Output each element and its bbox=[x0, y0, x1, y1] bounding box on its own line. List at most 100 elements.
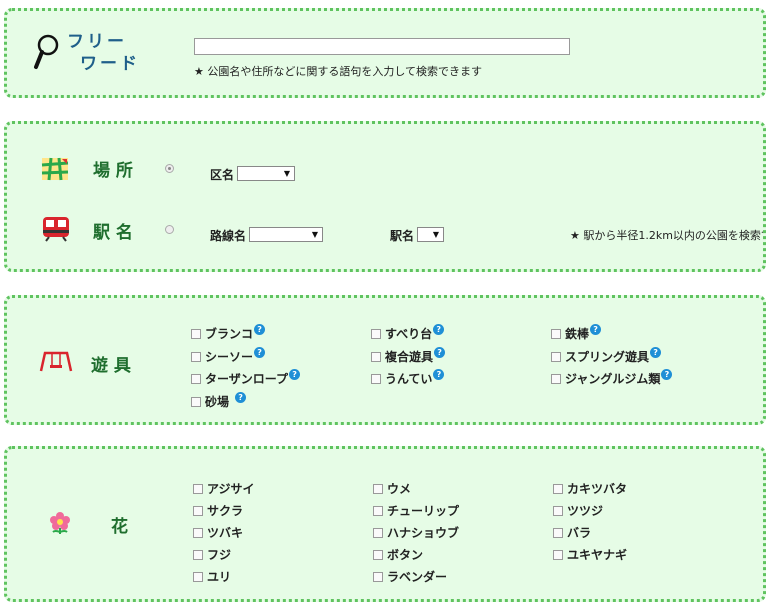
flower-item[interactable]: フジ bbox=[193, 546, 231, 563]
chevron-down-icon: ▼ bbox=[283, 169, 290, 178]
equipment-item[interactable]: ターザンロープ? bbox=[191, 369, 301, 387]
equipment-item-label: ブランコ bbox=[205, 327, 254, 341]
help-icon[interactable]: ? bbox=[650, 347, 662, 358]
flower-item[interactable]: ユキヤナギ bbox=[553, 546, 627, 563]
checkbox[interactable] bbox=[191, 396, 201, 407]
help-icon[interactable]: ? bbox=[254, 347, 266, 358]
flower-item[interactable]: ハナショウブ bbox=[373, 524, 459, 541]
checkbox[interactable] bbox=[373, 483, 383, 494]
flower-item[interactable]: ユリ bbox=[193, 568, 231, 585]
station-radio[interactable] bbox=[165, 225, 174, 234]
station-select[interactable]: ▼ bbox=[417, 227, 444, 242]
flower-item[interactable]: サクラ bbox=[193, 502, 243, 519]
flower-item[interactable]: ウメ bbox=[373, 480, 411, 497]
equipment-item[interactable]: 複合遊具? bbox=[371, 347, 446, 365]
flowers-panel: 花 アジサイ サクラ ツバキ フジ ユリ ウメ チューリップ ハナショウブ ボタ… bbox=[4, 446, 766, 602]
flower-item-label: カキツバタ bbox=[567, 482, 628, 496]
checkbox[interactable] bbox=[193, 483, 203, 494]
equipment-item-label: スプリング遊具 bbox=[565, 350, 650, 364]
checkbox[interactable] bbox=[553, 527, 563, 538]
line-label: 路線名 bbox=[210, 229, 247, 243]
flower-item-label: バラ bbox=[567, 526, 592, 540]
checkbox[interactable] bbox=[191, 373, 201, 384]
flower-item[interactable]: バラ bbox=[553, 524, 591, 541]
help-icon[interactable]: ? bbox=[235, 392, 247, 403]
flowers-label: 花 bbox=[111, 517, 128, 537]
checkbox[interactable] bbox=[191, 328, 201, 339]
checkbox[interactable] bbox=[553, 505, 563, 516]
checkbox[interactable] bbox=[373, 505, 383, 516]
flower-item-label: ツツジ bbox=[567, 504, 604, 518]
flower-item[interactable]: ツバキ bbox=[193, 524, 243, 541]
flower-item-label: ハナショウブ bbox=[387, 526, 460, 540]
flower-item[interactable]: アジサイ bbox=[193, 480, 255, 497]
flower-item[interactable]: ボタン bbox=[373, 546, 423, 563]
chevron-down-icon: ▼ bbox=[311, 230, 318, 239]
equipment-item-label: 鉄棒 bbox=[565, 327, 590, 341]
map-icon bbox=[41, 157, 69, 185]
flower-item-label: ウメ bbox=[387, 482, 412, 496]
flower-item-label: ツバキ bbox=[207, 526, 244, 540]
equipment-item-label: 複合遊具 bbox=[385, 350, 434, 364]
help-icon[interactable]: ? bbox=[433, 324, 445, 335]
help-icon[interactable]: ? bbox=[434, 347, 446, 358]
flower-item[interactable]: カキツバタ bbox=[553, 480, 627, 497]
flower-item[interactable]: ラベンダー bbox=[373, 568, 447, 585]
checkbox[interactable] bbox=[371, 373, 381, 384]
equipment-item[interactable]: スプリング遊具? bbox=[551, 347, 662, 365]
equipment-item-label: すべり台 bbox=[385, 327, 433, 341]
equipment-item-label: ターザンロープ bbox=[205, 372, 289, 386]
help-icon[interactable]: ? bbox=[661, 369, 673, 380]
location-panel: 場 所 区名 ▼ 駅 名 路線名 ▼ 駅名 ▼ ★ 駅から半径1.2km以内の公… bbox=[4, 121, 766, 272]
freeword-label: フリー ワード bbox=[67, 31, 140, 75]
checkbox[interactable] bbox=[373, 571, 383, 582]
checkbox[interactable] bbox=[193, 505, 203, 516]
checkbox[interactable] bbox=[373, 549, 383, 560]
swing-icon bbox=[39, 350, 73, 376]
checkbox[interactable] bbox=[551, 373, 561, 384]
flower-item[interactable]: ツツジ bbox=[553, 502, 603, 519]
equipment-item[interactable]: シーソー? bbox=[191, 347, 266, 365]
station-note: ★ 駅から半径1.2km以内の公園を検索でき bbox=[570, 229, 766, 242]
equipment-item[interactable]: ブランコ? bbox=[191, 324, 266, 342]
place-radio[interactable] bbox=[165, 164, 174, 173]
equipment-item[interactable]: 砂場? bbox=[191, 392, 247, 410]
equipment-item[interactable]: 鉄棒? bbox=[551, 324, 602, 342]
equipment-item[interactable]: すべり台? bbox=[371, 324, 445, 342]
flower-item[interactable]: チューリップ bbox=[373, 502, 459, 519]
magnifier-icon bbox=[33, 33, 61, 75]
checkbox[interactable] bbox=[193, 549, 203, 560]
checkbox[interactable] bbox=[551, 351, 561, 362]
freeword-label-line2: ワード bbox=[80, 54, 140, 74]
flower-item-label: ラベンダー bbox=[387, 570, 448, 584]
checkbox[interactable] bbox=[371, 328, 381, 339]
checkbox[interactable] bbox=[191, 351, 201, 362]
freeword-note: ★ 公園名や住所などに関する語句を入力して検索できます bbox=[194, 65, 483, 78]
checkbox[interactable] bbox=[553, 549, 563, 560]
flower-item-label: フジ bbox=[207, 548, 232, 562]
checkbox[interactable] bbox=[373, 527, 383, 538]
equipment-panel: 遊 具 ブランコ? シーソー? ターザンロープ? 砂場? すべり台? 複合遊具?… bbox=[4, 295, 766, 425]
freeword-input[interactable] bbox=[194, 38, 570, 55]
chevron-down-icon: ▼ bbox=[432, 230, 439, 239]
equipment-item-label: シーソー bbox=[205, 350, 254, 364]
equipment-item-label: 砂場 bbox=[205, 395, 230, 409]
equipment-item[interactable]: ジャングルジム類? bbox=[551, 369, 673, 387]
flower-icon bbox=[49, 511, 71, 539]
ward-select[interactable]: ▼ bbox=[237, 166, 295, 181]
help-icon[interactable]: ? bbox=[254, 324, 266, 335]
checkbox[interactable] bbox=[371, 351, 381, 362]
help-icon[interactable]: ? bbox=[289, 369, 301, 380]
equipment-item-label: ジャングルジム類 bbox=[565, 372, 661, 386]
checkbox[interactable] bbox=[551, 328, 561, 339]
equipment-item[interactable]: うんてい? bbox=[371, 369, 445, 387]
checkbox[interactable] bbox=[553, 483, 563, 494]
checkbox[interactable] bbox=[193, 571, 203, 582]
help-icon[interactable]: ? bbox=[590, 324, 602, 335]
ward-label: 区名 bbox=[210, 168, 235, 182]
station-title: 駅 名 bbox=[93, 223, 133, 243]
help-icon[interactable]: ? bbox=[433, 369, 445, 380]
checkbox[interactable] bbox=[193, 527, 203, 538]
freeword-panel: フリー ワード ★ 公園名や住所などに関する語句を入力して検索できます bbox=[4, 8, 766, 98]
line-select[interactable]: ▼ bbox=[249, 227, 323, 242]
